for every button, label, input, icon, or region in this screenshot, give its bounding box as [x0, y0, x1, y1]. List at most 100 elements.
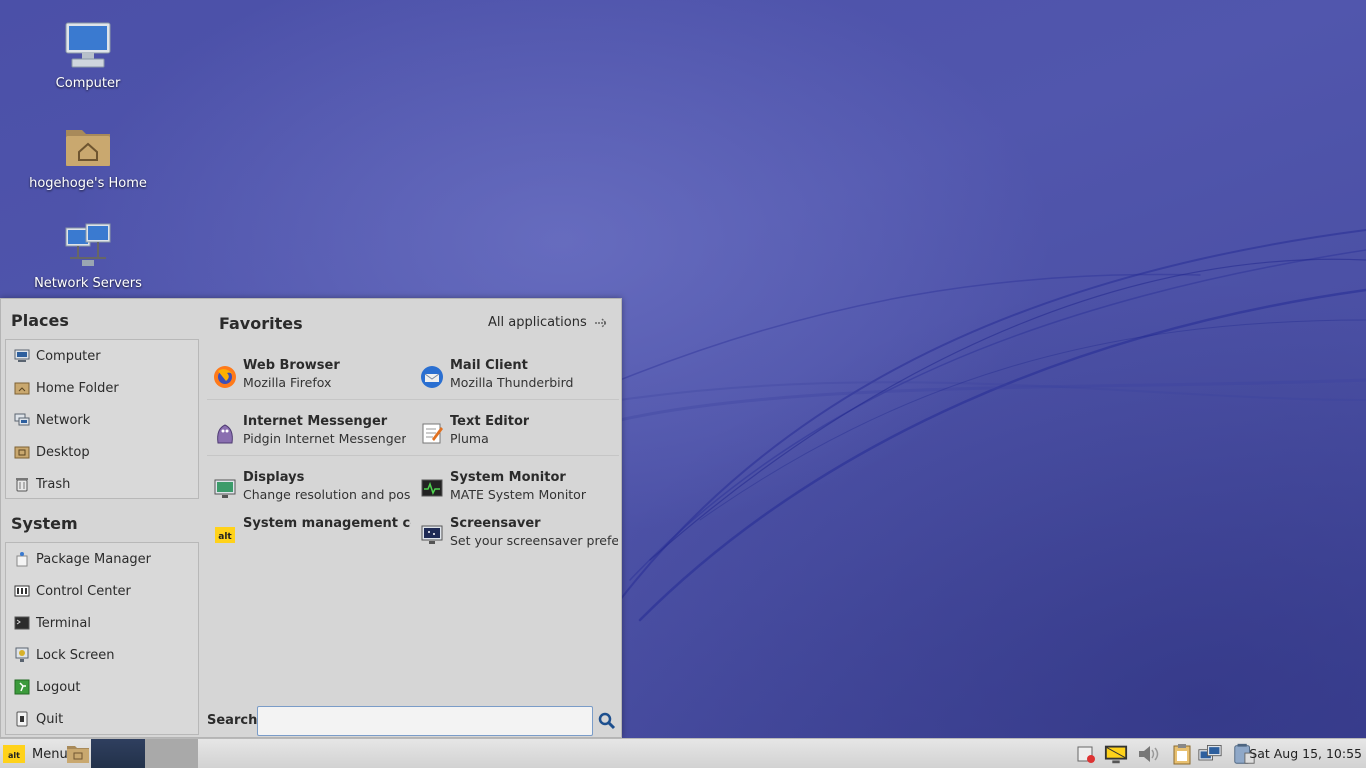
system-item-quit[interactable]: Quit [6, 703, 198, 735]
system-item-logout[interactable]: Logout [6, 671, 198, 703]
system-item-label: Package Manager [36, 551, 152, 567]
computer-icon [65, 22, 111, 68]
places-item-home-folder[interactable]: Home Folder [6, 372, 198, 404]
system-item-label: Control Center [36, 583, 131, 599]
taskbar: alt Menu Sat Aug 15, 10:55 [0, 738, 1366, 768]
favorite-system-management-center[interactable]: alt System management cen... [207, 513, 411, 557]
menu-button-label: Menu [32, 746, 68, 762]
displays-icon [214, 479, 236, 498]
favorite-internet-messenger[interactable]: Internet Messenger Pidgin Internet Messen… [207, 411, 411, 455]
favorite-subtitle: Mozilla Firefox [243, 375, 332, 390]
desktop-icon-computer[interactable]: Computer [18, 20, 158, 91]
search-label: Search: [207, 713, 263, 728]
places-list: Computer Home Folder Network Desktop Tra… [5, 339, 199, 499]
network-servers-icon [65, 223, 111, 266]
display-icon[interactable] [1104, 743, 1128, 765]
system-item-label: Terminal [36, 615, 91, 631]
favorite-subtitle: Mozilla Thunderbird [450, 375, 574, 390]
favorite-mail-client[interactable]: Mail Client Mozilla Thunderbird [414, 355, 618, 399]
system-item-control-center[interactable]: Control Center [6, 575, 198, 607]
desktop-icon-label: hogehoge's Home [29, 176, 147, 191]
system-item-terminal[interactable]: Terminal [6, 607, 198, 639]
favorites-divider [207, 399, 619, 400]
thunderbird-icon [421, 366, 443, 388]
svg-text:alt: alt [8, 751, 20, 760]
desktop-icon-home[interactable]: hogehoge's Home [18, 120, 158, 191]
computer-icon [14, 349, 30, 362]
desktop-icon-label: Computer [55, 76, 121, 91]
quit-icon [16, 711, 28, 727]
arrow-right-icon [594, 318, 607, 327]
all-applications-label: All applications [488, 315, 587, 330]
desktop-icon-label: Network Servers [34, 276, 142, 291]
favorite-title: Mail Client [450, 358, 528, 373]
favorite-title: Screensaver [450, 516, 541, 531]
places-item-label: Computer [36, 348, 101, 364]
system-item-label: Logout [36, 679, 81, 695]
places-item-label: Home Folder [36, 380, 119, 396]
places-title: Places [11, 311, 69, 330]
menu-button[interactable]: alt Menu [2, 741, 68, 767]
favorite-text-editor[interactable]: Text Editor Pluma [414, 411, 618, 455]
home-folder-icon [66, 130, 110, 166]
favorite-subtitle: MATE System Monitor [450, 487, 586, 502]
start-menu: Places Computer Home Folder Network Desk… [0, 298, 622, 738]
favorites-divider [207, 455, 619, 456]
svg-text:alt: alt [218, 532, 232, 542]
text-editor-icon [422, 423, 443, 444]
clipboard-icon[interactable] [1170, 743, 1194, 765]
favorite-system-monitor[interactable]: System Monitor MATE System Monitor [414, 467, 618, 511]
favorites-title: Favorites [219, 314, 303, 333]
favorite-subtitle: Pluma [450, 431, 489, 446]
favorite-subtitle: Change resolution and posit... [243, 487, 411, 502]
control-center-icon [14, 585, 30, 597]
altx-icon: alt [215, 527, 235, 543]
desktop-icon-network-servers[interactable]: Network Servers [18, 220, 158, 291]
printer-icon[interactable] [1074, 743, 1098, 765]
logout-icon [14, 679, 30, 695]
search-input[interactable] [257, 706, 593, 736]
home-folder-icon [14, 382, 30, 395]
all-applications-button[interactable]: All applications [488, 315, 611, 330]
system-item-lock-screen[interactable]: Lock Screen [6, 639, 198, 671]
clock[interactable]: Sat Aug 15, 10:55 [1249, 746, 1362, 761]
system-monitor-icon [421, 479, 443, 497]
package-icon [16, 552, 28, 567]
favorite-screensaver[interactable]: Screensaver Set your screensaver prefer..… [414, 513, 618, 557]
favorite-title: Web Browser [243, 358, 340, 373]
favorite-title: Internet Messenger [243, 414, 388, 429]
system-list: Package Manager Control Center Terminal … [5, 542, 199, 735]
desktop-folder-icon [14, 446, 30, 459]
places-item-desktop[interactable]: Desktop [6, 436, 198, 468]
places-item-computer[interactable]: Computer [6, 340, 198, 372]
lock-icon [15, 647, 29, 662]
favorite-subtitle: Pidgin Internet Messenger [243, 431, 407, 446]
pidgin-icon [217, 424, 233, 444]
places-item-label: Network [36, 412, 91, 428]
places-item-label: Trash [36, 476, 71, 492]
system-title: System [11, 514, 78, 533]
places-item-network[interactable]: Network [6, 404, 198, 436]
altx-logo-icon: alt [3, 745, 25, 763]
places-item-label: Desktop [36, 444, 90, 460]
favorite-subtitle: Set your screensaver prefer... [450, 533, 618, 548]
system-item-label: Quit [36, 711, 64, 727]
places-item-trash[interactable]: Trash [6, 468, 198, 500]
terminal-icon [14, 616, 30, 630]
workspace-1[interactable] [91, 739, 145, 768]
trash-icon [16, 478, 28, 492]
screensaver-icon [421, 525, 443, 544]
file-manager-icon[interactable] [66, 743, 90, 765]
favorite-displays[interactable]: Displays Change resolution and posit... [207, 467, 411, 511]
network-icon [14, 413, 30, 426]
firefox-icon [214, 366, 236, 388]
volume-icon[interactable] [1136, 743, 1160, 765]
system-item-package-manager[interactable]: Package Manager [6, 543, 198, 575]
favorite-title: Displays [243, 470, 305, 485]
favorite-title: System Monitor [450, 470, 566, 485]
search-icon[interactable] [598, 712, 616, 730]
favorite-title: System management cen... [243, 516, 411, 531]
workspace-2[interactable] [145, 739, 198, 768]
favorite-web-browser[interactable]: Web Browser Mozilla Firefox [207, 355, 411, 399]
network-status-icon[interactable] [1198, 743, 1222, 765]
